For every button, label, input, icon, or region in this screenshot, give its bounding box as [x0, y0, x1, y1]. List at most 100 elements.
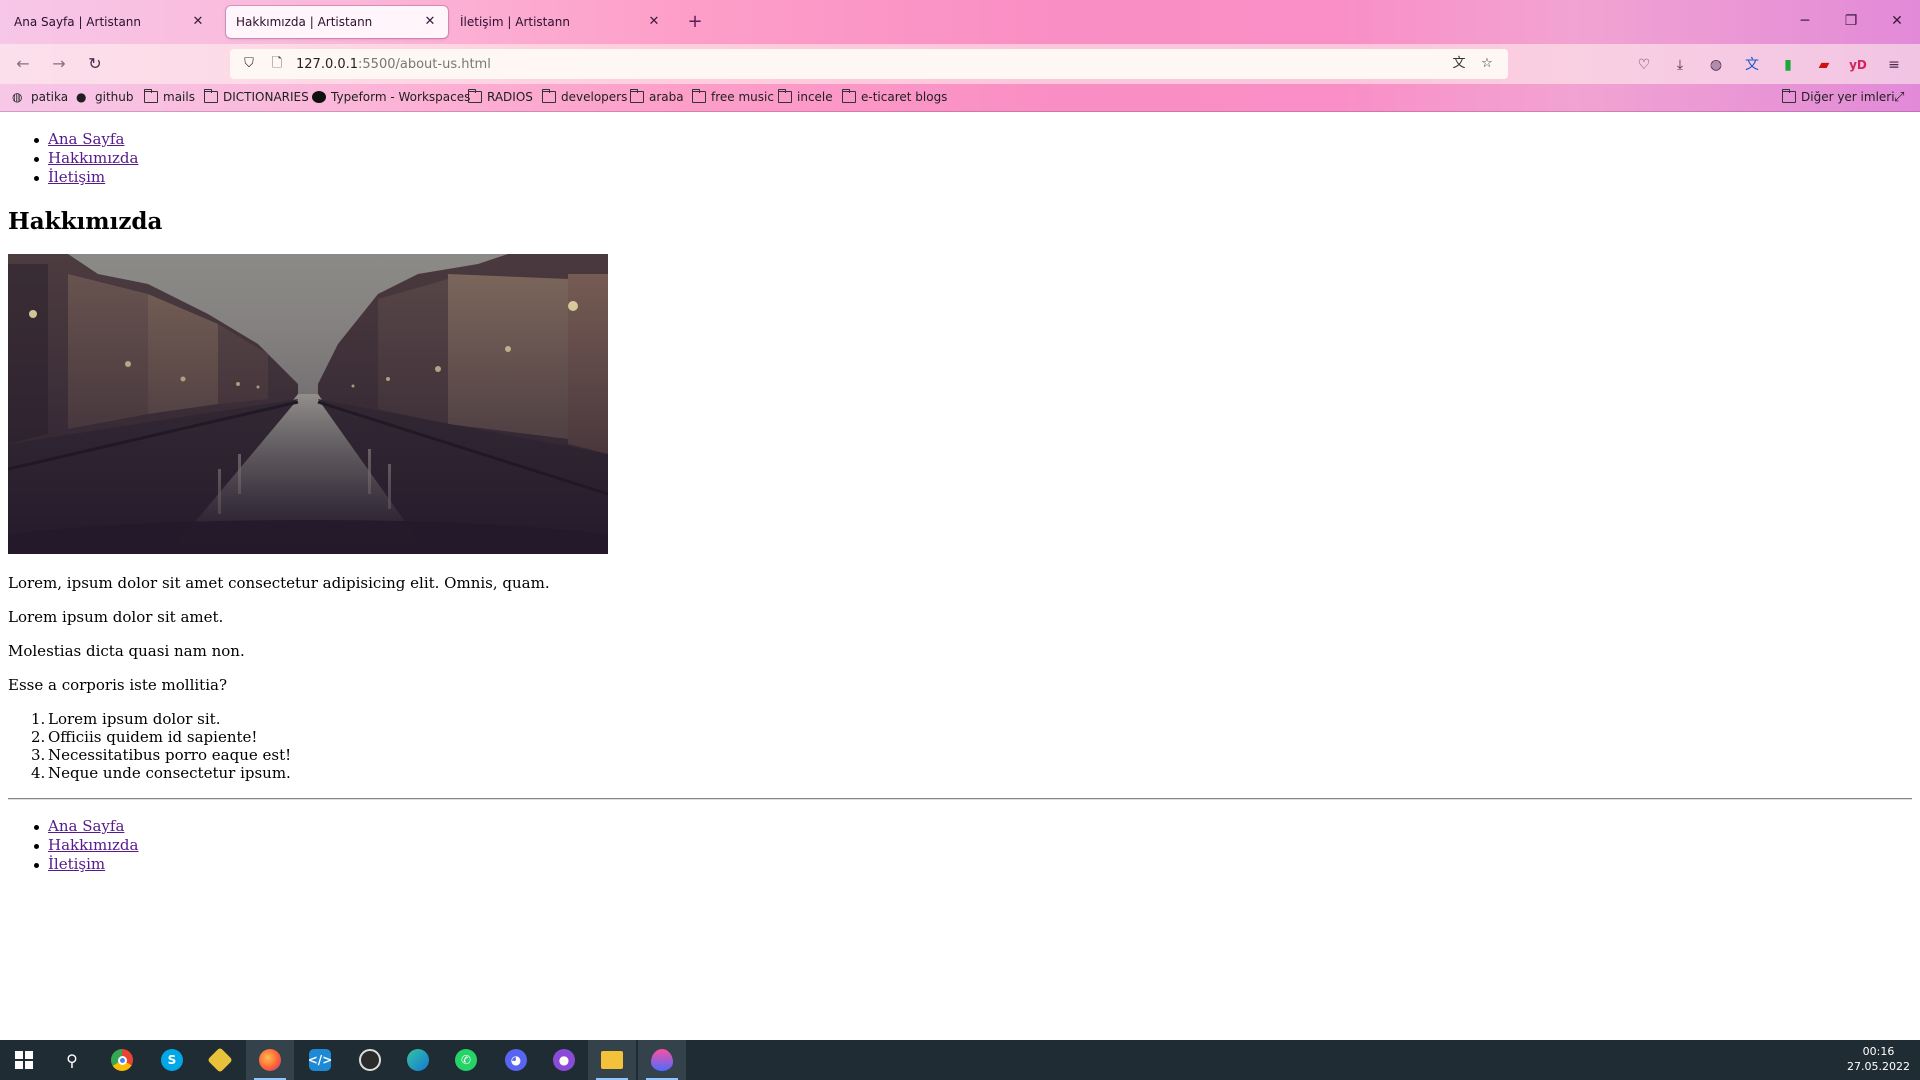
- reload-button[interactable]: ↻: [82, 52, 108, 76]
- list-item: 3. Necessitatibus porro eaque est!: [31, 746, 292, 764]
- taskbar-app-edge[interactable]: [394, 1040, 442, 1080]
- shield-icon[interactable]: ⛉: [240, 55, 258, 73]
- chrome-icon: [111, 1049, 133, 1071]
- system-clock[interactable]: 00:16 27.05.2022: [1847, 1044, 1910, 1074]
- folder-icon: [204, 89, 218, 103]
- bookmark-incele[interactable]: incele: [778, 89, 833, 104]
- github-desktop-icon: ●: [553, 1049, 575, 1071]
- close-icon[interactable]: ✕: [190, 14, 206, 30]
- translate-icon[interactable]: 文: [1450, 55, 1468, 73]
- footer-link-iletisim[interactable]: İletişim: [48, 855, 105, 873]
- paragraph: Lorem, ipsum dolor sit amet consectetur …: [8, 574, 550, 592]
- bookmark-developers[interactable]: developers: [542, 89, 627, 104]
- nav-link-ana-sayfa[interactable]: Ana Sayfa: [48, 130, 124, 148]
- menu-icon[interactable]: ≡: [1884, 55, 1904, 75]
- money-extension-icon[interactable]: ▮: [1778, 55, 1798, 75]
- tab-ana-sayfa[interactable]: Ana Sayfa | Artistann ✕: [4, 6, 216, 38]
- restore-button[interactable]: ❐: [1836, 8, 1866, 34]
- bookmark-araba[interactable]: araba: [630, 89, 684, 104]
- bookmark-label: incele: [797, 90, 833, 104]
- bookmark-dictionaries[interactable]: DICTIONARIES: [204, 89, 309, 104]
- bookmark-github[interactable]: ● github: [76, 90, 133, 104]
- restore-icon: ❐: [1844, 13, 1858, 29]
- address-bar[interactable]: ⛉ 🗋 127.0.0.1:5500/about-us.html 文 ☆: [230, 49, 1508, 79]
- paragraph: Esse a corporis iste mollitia?: [8, 676, 227, 694]
- minimize-button[interactable]: ─: [1790, 8, 1820, 34]
- close-icon[interactable]: ✕: [422, 14, 438, 30]
- taskbar-app-paint[interactable]: [638, 1040, 686, 1080]
- tab-hakkimizda[interactable]: Hakkımızda | Artistann ✕: [226, 6, 448, 38]
- arrow-left-icon: ←: [16, 54, 30, 73]
- nav-link-hakkimizda[interactable]: Hakkımızda: [48, 149, 138, 167]
- footer-link-ana-sayfa[interactable]: Ana Sayfa: [48, 817, 124, 835]
- bookmark-label: github: [95, 90, 134, 104]
- taskbar-app-file-explorer[interactable]: [588, 1040, 636, 1080]
- taskbar-app-firefox[interactable]: [246, 1040, 294, 1080]
- pocket-icon[interactable]: ♡: [1634, 55, 1654, 75]
- taskbar-app-whatsapp[interactable]: ✆: [442, 1040, 490, 1080]
- folder-icon: [144, 89, 158, 103]
- discord-icon: ◕: [505, 1049, 527, 1071]
- start-button[interactable]: [0, 1040, 48, 1080]
- folder-icon: [1782, 89, 1796, 103]
- close-window-button[interactable]: ✕: [1882, 8, 1912, 34]
- bookmark-free-music[interactable]: free music: [692, 89, 774, 104]
- bookmark-mails[interactable]: mails: [144, 89, 195, 104]
- pdf-extension-icon[interactable]: ▰: [1814, 55, 1834, 75]
- search-icon: ⚲: [66, 1050, 78, 1070]
- folder-icon: [692, 89, 706, 103]
- bookmark-e-ticaret-blogs[interactable]: e-ticaret blogs: [842, 89, 947, 104]
- globe-extension-icon[interactable]: ◍: [1706, 55, 1726, 75]
- git-icon: [207, 1047, 233, 1073]
- taskbar-app-skype[interactable]: S: [148, 1040, 196, 1080]
- expand-icon[interactable]: ⤢: [1894, 90, 1904, 105]
- bookmark-patika[interactable]: ◍ patika: [12, 90, 68, 104]
- new-tab-button[interactable]: +: [685, 10, 705, 34]
- nav-link-iletisim[interactable]: İletişim: [48, 168, 105, 186]
- taskbar-app-chrome[interactable]: [98, 1040, 146, 1080]
- close-icon[interactable]: ✕: [646, 14, 662, 30]
- taskbar-app-github-desktop[interactable]: ●: [540, 1040, 588, 1080]
- taskbar-app-obs[interactable]: [346, 1040, 394, 1080]
- star-icon[interactable]: ☆: [1478, 55, 1496, 73]
- vscode-icon: </>: [308, 1049, 332, 1071]
- tab-title: Ana Sayfa | Artistann: [14, 15, 142, 29]
- taskbar-app-vscode[interactable]: </>: [296, 1040, 344, 1080]
- bookmark-label: DICTIONARIES: [223, 90, 309, 104]
- url-path: :5500/about-us.html: [358, 56, 491, 72]
- windows-taskbar: ⚲ S </> ✆ ◕ ● 00:16 27.05.2022: [0, 1040, 1920, 1080]
- folder-icon: [778, 89, 792, 103]
- obs-icon: [359, 1049, 381, 1071]
- forward-button[interactable]: →: [46, 52, 72, 76]
- tab-title: Hakkımızda | Artistann: [236, 15, 373, 29]
- taskbar-app-discord[interactable]: ◕: [492, 1040, 540, 1080]
- bookmarks-bar: ◍ patika ● github mails DICTIONARIES Typef…: [0, 84, 1920, 112]
- translate-extension-icon[interactable]: 文: [1742, 55, 1762, 75]
- list-number: 4.: [31, 764, 46, 782]
- yandex-dictionary-extension[interactable]: yD: [1848, 55, 1868, 75]
- bookmark-label: RADIOS: [487, 90, 533, 104]
- footer-link-hakkimizda[interactable]: Hakkımızda: [48, 836, 138, 854]
- start-icon: [15, 1051, 33, 1069]
- list-number: 3.: [31, 746, 46, 764]
- circle-icon: [312, 91, 326, 103]
- page-title: Hakkımızda: [8, 208, 163, 235]
- other-bookmarks-label: Diğer yer imleri: [1801, 90, 1895, 104]
- list-item: 2. Officiis quidem id sapiente!: [31, 728, 291, 746]
- search-button[interactable]: ⚲: [48, 1040, 96, 1080]
- list-item-text: Necessitatibus porro eaque est!: [48, 746, 292, 764]
- download-icon[interactable]: ⤓: [1670, 55, 1690, 75]
- taskbar-app-git[interactable]: [196, 1040, 244, 1080]
- other-bookmarks[interactable]: Diğer yer imleri: [1782, 89, 1895, 104]
- bookmark-radios[interactable]: RADIOS: [468, 89, 533, 104]
- url-text[interactable]: 127.0.0.1:5500/about-us.html: [296, 57, 491, 72]
- plus-icon: +: [687, 11, 703, 32]
- edge-icon: [407, 1049, 429, 1071]
- bookmark-typeform[interactable]: Typeform - Workspaces: [312, 90, 470, 104]
- back-button[interactable]: ←: [10, 52, 36, 76]
- list-item: Hakkımızda: [33, 836, 138, 855]
- tab-iletisim[interactable]: İletişim | Artistann ✕: [450, 6, 672, 38]
- github-icon: ●: [76, 90, 87, 104]
- list-number: 1.: [31, 710, 46, 728]
- clock-time: 00:16: [1862, 1045, 1895, 1058]
